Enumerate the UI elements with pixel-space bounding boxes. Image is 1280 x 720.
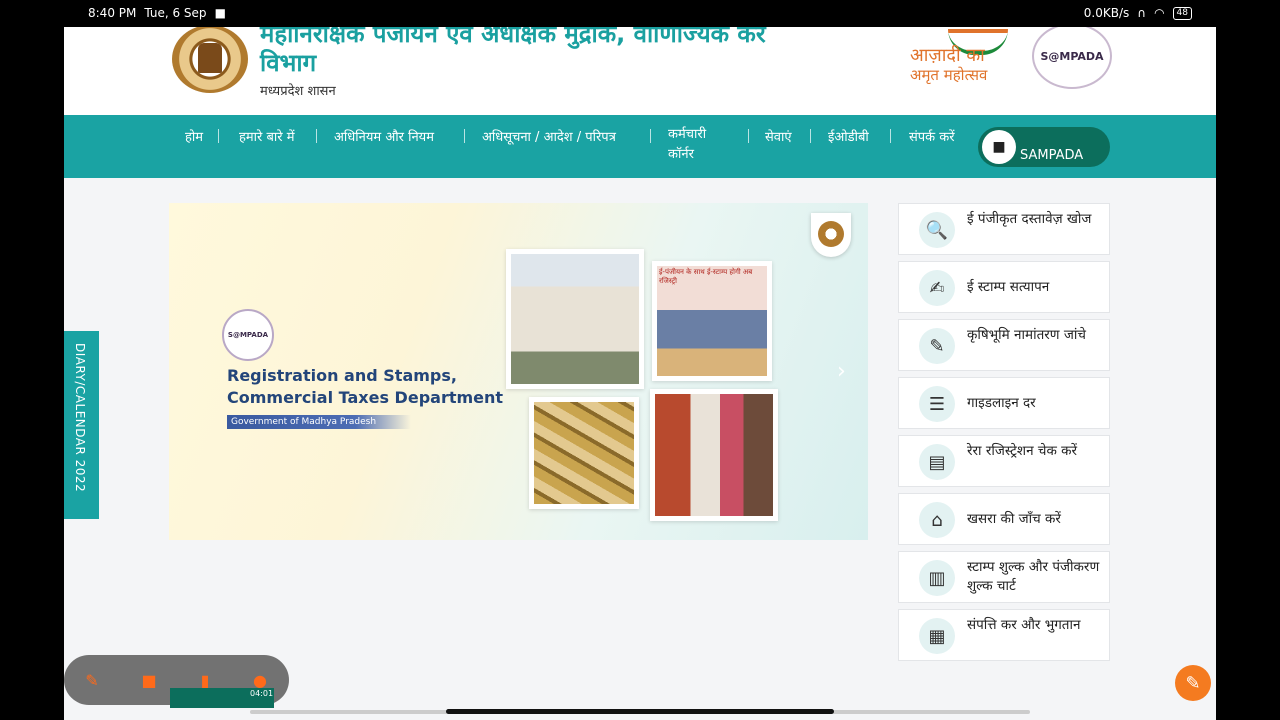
service-label: खसरा की जाँच करें <box>967 511 1061 527</box>
layers-icon[interactable]: ■ <box>139 670 159 690</box>
bookmark-icon[interactable]: ▮ <box>195 670 215 690</box>
nav-services[interactable]: सेवाएं <box>765 127 792 145</box>
dept-title-line2: विभाग <box>260 49 317 77</box>
edit-brush-button[interactable]: ✎ <box>1175 665 1211 701</box>
web-page: महानिरीक्षक पंजीयन एवं अधीक्षक मुद्रांक,… <box>64 27 1216 720</box>
banner-emblem-icon <box>811 213 851 257</box>
banner-photo-stamps <box>529 397 639 509</box>
nav-divider <box>748 129 749 143</box>
service-land-mutation[interactable]: ✎ कृषिभूमि नामांतरण जांचे <box>898 319 1110 371</box>
banner-sampada-badge: S@MPADA <box>222 309 274 361</box>
nav-acts-rules[interactable]: अधिनियम और नियम <box>334 127 434 145</box>
wifi-icon: ◠ <box>1154 6 1165 20</box>
service-label: संपत्ति कर और भुगतान <box>967 617 1081 633</box>
scrollbar-thumb[interactable] <box>446 709 834 714</box>
service-e-stamp-verify[interactable]: ✍ ई स्टाम्प सत्यापन <box>898 261 1110 313</box>
thumbnail-time: 04:01 <box>250 689 274 698</box>
site-header: महानिरीक्षक पंजीयन एवं अधीक्षक मुद्रांक,… <box>64 27 1216 115</box>
khasra-icon: ⌂ <box>919 502 955 538</box>
sampada-button-label: SAMPADA <box>1020 148 1084 163</box>
nav-notifications[interactable]: अधिसूचना / आदेश / परिपत्र <box>482 127 616 145</box>
nav-about[interactable]: हमारे बारे में <box>239 127 295 145</box>
service-label: कृषिभूमि नामांतरण जांचे <box>967 327 1086 343</box>
azadi-line2: अमृत महोत्सव <box>910 66 988 84</box>
sampada-login-button[interactable]: ■ SAMPADA <box>978 127 1110 167</box>
guideline-icon: ☰ <box>919 386 955 422</box>
dept-subtitle: मध्यप्रदेश शासन <box>260 84 336 99</box>
service-guideline-rate[interactable]: ☰ गाइडलाइन दर <box>898 377 1110 429</box>
service-label: रेरा रजिस्ट्रेशन चेक करें <box>967 443 1078 459</box>
service-property-tax[interactable]: ▦ संपत्ति कर और भुगतान <box>898 609 1110 661</box>
hero-banner[interactable]: S@MPADA Registration and Stamps, Commerc… <box>169 203 868 540</box>
battery-icon: 48 <box>1172 6 1192 20</box>
record-icon[interactable]: ● <box>250 670 270 690</box>
document-search-icon: 🔍 <box>919 212 955 248</box>
mp-emblem-logo[interactable] <box>172 27 248 93</box>
service-label: ई स्टाम्प सत्यापन <box>967 279 1050 295</box>
service-e-doc-search[interactable]: 🔍 ई पंजीकृत दस्तावेज़ खोज <box>898 203 1110 255</box>
status-bar: 8:40 PM Tue, 6 Sep ■ 0.0KB/s ∩ ◠ 48 <box>0 0 1280 27</box>
azadi-line1: आज़ादी का <box>910 45 985 66</box>
nav-divider <box>810 129 811 143</box>
network-speed: 0.0KB/s <box>1083 6 1130 20</box>
banner-photo-building <box>506 249 644 389</box>
banner-photo-event: ई-पंजीयन के साथ ई-स्टाम्प होगी अब रजिस्ट… <box>652 261 772 381</box>
headphones-icon: ∩ <box>1137 6 1147 20</box>
banner-title-line2: Commercial Taxes Department <box>227 388 504 407</box>
service-label: गाइडलाइन दर <box>967 395 1036 411</box>
banner-photo-inauguration <box>650 389 778 521</box>
banner-title-line1: Registration and Stamps, <box>227 366 457 385</box>
service-label: स्टाम्प शुल्क और पंजीकरण शुल्क चार्ट <box>967 559 1100 594</box>
status-time: 8:40 PM <box>88 6 137 20</box>
nav-divider <box>890 129 891 143</box>
nav-home[interactable]: होम <box>185 127 203 145</box>
status-date: Tue, 6 Sep <box>144 6 207 20</box>
nav-contact[interactable]: संपर्क करें <box>909 127 955 145</box>
pen-icon[interactable]: ✎ <box>82 670 102 690</box>
video-record-icon: ■ <box>214 6 226 20</box>
sampada-logo[interactable]: S@MPADA <box>1032 27 1112 89</box>
lock-icon: ■ <box>982 130 1016 164</box>
service-rera-check[interactable]: ▤ रेरा रजिस्ट्रेशन चेक करें <box>898 435 1110 487</box>
service-label: ई पंजीकृत दस्तावेज़ खोज <box>967 211 1092 227</box>
nav-eodb[interactable]: ईओडीबी <box>828 127 869 145</box>
fee-chart-icon: ▥ <box>919 560 955 596</box>
banner-gov-label: Government of Madhya Pradesh <box>227 415 411 429</box>
land-mutation-icon: ✎ <box>919 328 955 364</box>
nav-divider <box>464 129 465 143</box>
dept-title-line1: महानिरीक्षक पंजीयन एवं अधीक्षक मुद्रांक,… <box>260 27 766 48</box>
stamp-verify-icon: ✍ <box>919 270 955 306</box>
diary-calendar-label: DIARY/CALENDAR 2022 <box>73 343 87 493</box>
banner-title: Registration and Stamps, Commercial Taxe… <box>227 365 503 409</box>
azadi-amrit-mahotsav-logo: आज़ादी का अमृत महोत्सव <box>908 29 1028 91</box>
diary-calendar-tab[interactable]: DIARY/CALENDAR 2022 <box>64 331 99 519</box>
nav-divider <box>650 129 651 143</box>
property-tax-icon: ▦ <box>919 618 955 654</box>
main-nav: होम हमारे बारे में अधिनियम और नियम अधिसू… <box>64 115 1216 178</box>
service-khasra-check[interactable]: ⌂ खसरा की जाँच करें <box>898 493 1110 545</box>
nav-divider <box>316 129 317 143</box>
service-fee-chart[interactable]: ▥ स्टाम्प शुल्क और पंजीकरण शुल्क चार्ट <box>898 551 1110 603</box>
carousel-next-icon[interactable]: › <box>837 359 846 384</box>
nav-divider <box>218 129 219 143</box>
nav-employee-corner[interactable]: कर्मचारी कॉर्नर <box>668 125 734 165</box>
rera-check-icon: ▤ <box>919 444 955 480</box>
banner-photo-caption: ई-पंजीयन के साथ ई-स्टाम्प होगी अब रजिस्ट… <box>657 266 767 376</box>
